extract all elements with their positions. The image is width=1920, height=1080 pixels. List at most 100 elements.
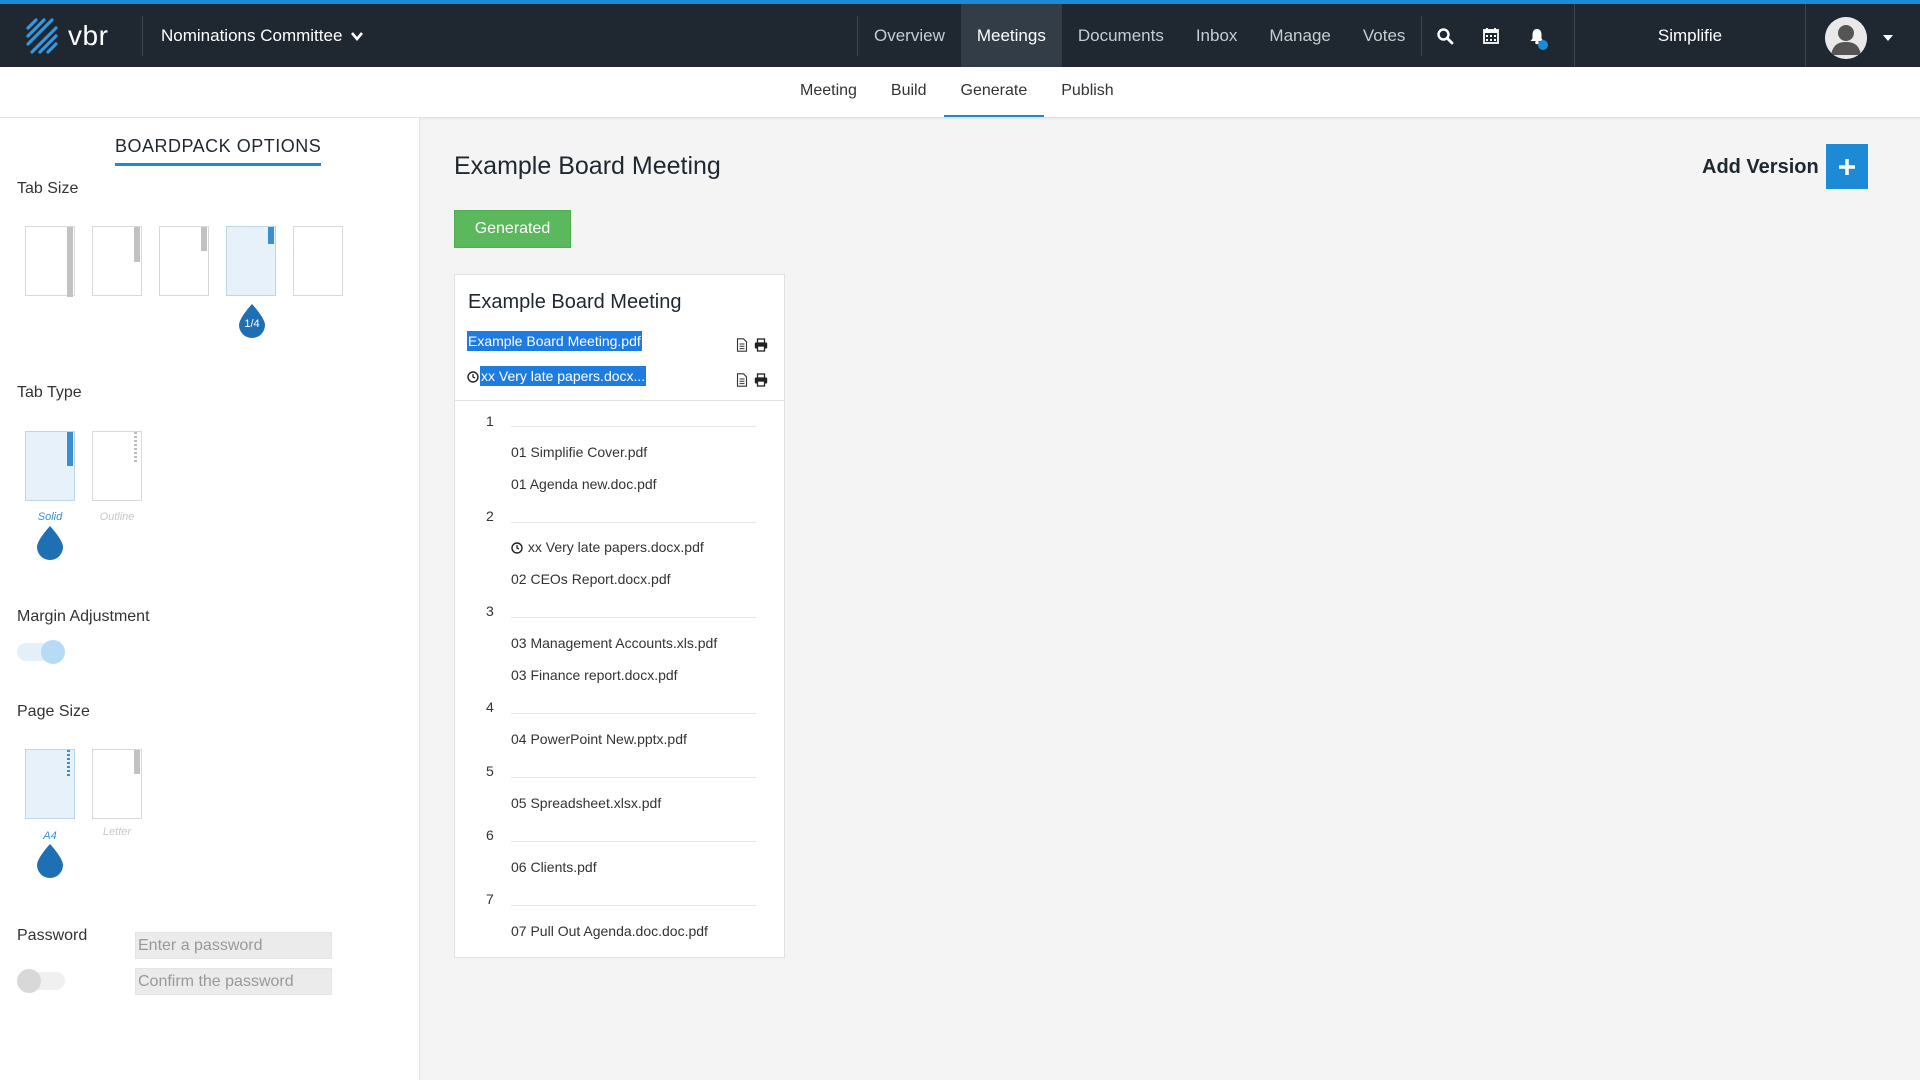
tab-size-selected-label: 1/4	[244, 318, 260, 330]
section-number: 7	[486, 891, 494, 907]
plus-icon	[1839, 158, 1855, 175]
selected-marker-icon	[37, 844, 63, 878]
margin-adjustment-label: Margin Adjustment	[17, 608, 150, 625]
list-item[interactable]: 01 Agenda new.doc.pdf	[511, 476, 657, 492]
nav-manage[interactable]: Manage	[1253, 4, 1346, 67]
tab-size-quarter[interactable]	[226, 226, 276, 296]
user-name[interactable]: Simplifie	[1574, 4, 1806, 67]
list-item[interactable]: 03 Management Accounts.xls.pdf	[511, 635, 717, 651]
print-icon[interactable]	[754, 338, 768, 352]
late-doc-name: xx Very late papers.docx.pdf	[527, 539, 704, 555]
nav-meetings[interactable]: Meetings	[960, 4, 1062, 67]
search-icon	[1437, 27, 1454, 44]
search-button[interactable]	[1422, 4, 1468, 67]
section-divider	[511, 905, 756, 906]
section-number: 4	[486, 699, 494, 715]
tab-type-outline-caption: Outline	[99, 511, 135, 523]
tab-build[interactable]: Build	[874, 67, 944, 117]
document-icon[interactable]	[735, 373, 749, 387]
tab-type-solid-caption: Solid	[37, 511, 63, 523]
avatar	[1825, 17, 1867, 59]
list-item[interactable]: 07 Pull Out Agenda.doc.doc.pdf	[511, 923, 708, 939]
top-navbar: vbr Nominations Committee Overview Meeti…	[0, 0, 1920, 67]
calendar-icon	[1483, 27, 1500, 44]
tab-size-label: Tab Size	[17, 180, 79, 197]
boardpack-options-panel: BOARDPACK OPTIONS Tab Size 1/4 Tab Type …	[0, 118, 420, 1080]
file-link[interactable]: xx Very late papers.docx...	[480, 366, 647, 386]
tab-publish[interactable]: Publish	[1044, 67, 1130, 117]
generated-status-button[interactable]: Generated	[454, 210, 571, 248]
page-size-letter-caption: Letter	[102, 826, 132, 838]
section-divider	[511, 426, 756, 427]
password-toggle[interactable]	[17, 969, 65, 993]
margin-adjustment-toggle[interactable]	[17, 640, 65, 664]
page-size-letter[interactable]	[92, 749, 142, 819]
meeting-subnav: Meeting Build Generate Publish	[0, 67, 1920, 118]
panel-title: BOARDPACK OPTIONS	[115, 136, 322, 166]
notifications-button[interactable]	[1514, 4, 1560, 67]
file-link[interactable]: Example Board Meeting.pdf	[467, 331, 642, 351]
tab-type-solid[interactable]	[25, 431, 75, 501]
tab-type-label: Tab Type	[17, 384, 82, 401]
page-title: Example Board Meeting	[454, 152, 721, 180]
clock-icon	[467, 371, 479, 383]
page-size-a4[interactable]	[25, 749, 75, 819]
app-logo[interactable]: vbr	[0, 4, 142, 67]
divider	[455, 400, 784, 401]
main-nav: Overview Meetings Documents Inbox Manage…	[857, 4, 1560, 67]
section-number: 3	[486, 603, 494, 619]
section-divider	[511, 841, 756, 842]
page-size-a4-caption: A4	[43, 830, 57, 842]
list-item[interactable]: 04 PowerPoint New.pptx.pdf	[511, 731, 687, 747]
chevron-down-icon	[351, 31, 364, 41]
section-divider	[511, 713, 756, 714]
card-title: Example Board Meeting	[468, 291, 682, 313]
list-item[interactable]: 06 Clients.pdf	[511, 859, 597, 875]
notification-badge	[1538, 40, 1549, 50]
boardpack-file-pdf[interactable]: Example Board Meeting.pdf	[467, 331, 642, 351]
list-item[interactable]: xx Very late papers.docx.pdf	[511, 539, 704, 555]
late-papers-file[interactable]: xx Very late papers.docx...	[467, 366, 647, 386]
confirm-password-input[interactable]	[135, 968, 332, 995]
password-label: Password	[17, 927, 88, 944]
password-input[interactable]	[135, 932, 332, 959]
selected-marker-icon	[37, 526, 63, 560]
add-version-button[interactable]	[1826, 144, 1868, 189]
section-number: 6	[486, 827, 494, 843]
tab-size-half[interactable]	[92, 226, 142, 296]
nav-votes[interactable]: Votes	[1347, 4, 1422, 67]
nav-documents[interactable]: Documents	[1062, 4, 1180, 67]
calendar-button[interactable]	[1468, 4, 1514, 67]
caret-down-icon	[1883, 35, 1893, 41]
list-item[interactable]: 05 Spreadsheet.xlsx.pdf	[511, 795, 661, 811]
committee-selector[interactable]: Nominations Committee	[143, 4, 382, 67]
print-icon[interactable]	[754, 373, 768, 387]
committee-name: Nominations Committee	[161, 25, 343, 45]
section-divider	[511, 617, 756, 618]
section-number: 1	[486, 413, 494, 429]
nav-inbox[interactable]: Inbox	[1180, 4, 1254, 67]
section-divider	[511, 522, 756, 523]
section-number: 2	[486, 508, 494, 524]
document-icon[interactable]	[735, 338, 749, 352]
nav-overview[interactable]: Overview	[858, 4, 961, 67]
add-version-label: Add Version	[1702, 156, 1819, 178]
boardpack-card: Example Board Meeting Example Board Meet…	[454, 274, 785, 958]
section-number: 5	[486, 763, 494, 779]
list-item[interactable]: 03 Finance report.docx.pdf	[511, 667, 678, 683]
vbr-logo-icon	[26, 17, 58, 54]
tab-type-outline[interactable]	[92, 431, 142, 501]
tab-size-full[interactable]	[25, 226, 75, 297]
tab-size-none[interactable]	[293, 226, 343, 296]
section-divider	[511, 777, 756, 778]
logo-text: vbr	[68, 19, 109, 51]
page-size-label: Page Size	[17, 703, 90, 720]
user-menu[interactable]	[1825, 17, 1893, 59]
list-item[interactable]: 02 CEOs Report.docx.pdf	[511, 571, 671, 587]
tab-meeting[interactable]: Meeting	[783, 67, 874, 117]
tab-size-third[interactable]	[159, 226, 209, 296]
list-item[interactable]: 01 Simplifie Cover.pdf	[511, 444, 647, 460]
tab-generate[interactable]: Generate	[943, 67, 1045, 117]
user-avatar-icon	[1825, 17, 1867, 59]
clock-icon	[511, 542, 523, 554]
